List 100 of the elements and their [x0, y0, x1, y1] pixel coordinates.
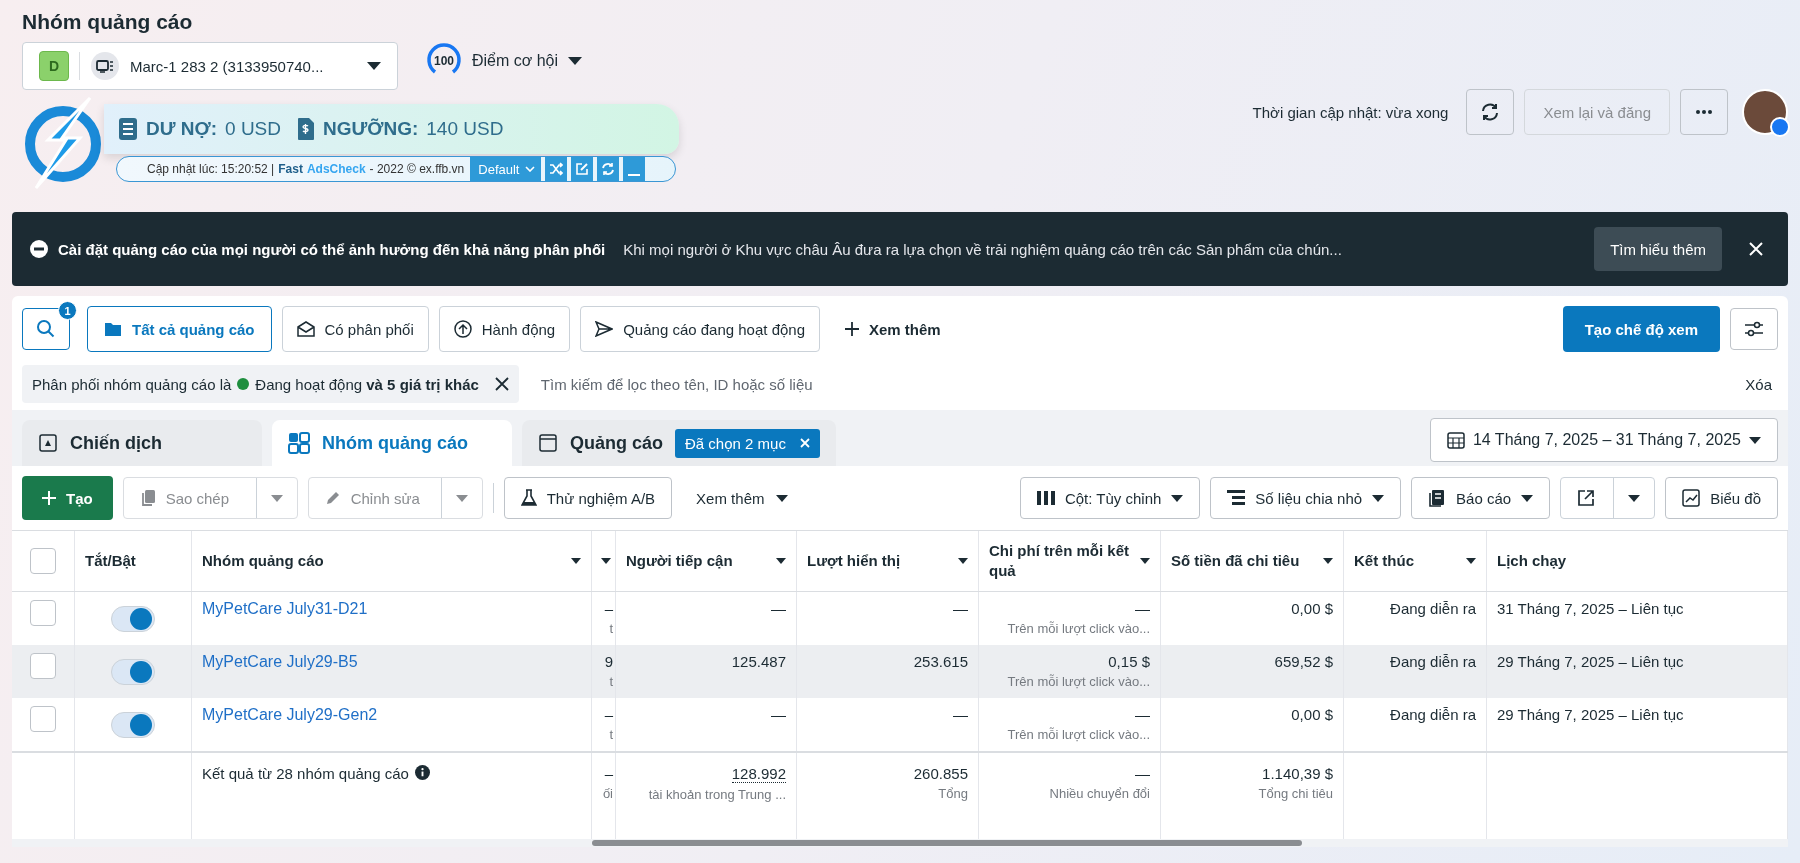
- settings-button[interactable]: [1730, 308, 1778, 350]
- flask-icon: [520, 489, 537, 507]
- scrollbar-thumb[interactable]: [592, 840, 1302, 846]
- facebook-badge-icon: [1770, 117, 1790, 137]
- filter-button[interactable]: Hành động: [438, 306, 571, 352]
- folder-icon: [104, 321, 122, 337]
- toggle-switch[interactable]: [111, 712, 155, 738]
- search-field[interactable]: Tìm kiếm để lọc theo tên, ID hoặc số liệu: [538, 365, 1726, 403]
- caret-icon[interactable]: [1140, 558, 1150, 564]
- breakdown-icon: [1227, 490, 1246, 506]
- refresh-icon: [1480, 102, 1501, 122]
- external-link-icon: [1577, 489, 1596, 507]
- filter-chip[interactable]: Phân phối nhóm quảng cáo là Đang hoạt động và 5 giá trị khác: [22, 365, 519, 403]
- edit-button[interactable]: [571, 157, 594, 181]
- minimize-button[interactable]: [623, 157, 646, 181]
- table-cell: Đang diễn ra: [1390, 600, 1476, 617]
- tab[interactable]: Nhóm quảng cáo: [272, 420, 512, 466]
- caret-icon[interactable]: [571, 558, 581, 564]
- table-row[interactable]: MyPetCare July29-Gen2 – t — — — Trên mỗi lượt click vào... 0,00 $ Đang diễn ra 29 Tháng 7, 2025 – Liên tục: [12, 698, 1788, 751]
- column-header[interactable]: Nhóm quảng cáo: [192, 531, 592, 591]
- export-split-button[interactable]: [1560, 477, 1656, 519]
- table-cell: t: [609, 727, 613, 742]
- caret-icon[interactable]: [601, 558, 611, 564]
- table-cell: 0,00 $: [1291, 600, 1333, 617]
- campaign-icon: [38, 433, 58, 453]
- table-row[interactable]: MyPetCare July29-B5 9 t 125.487 253.615 0,15 $ Trên mỗi lượt click vào... 659,52 $ Đang diễn ra 29 Tháng 7, 2025 – Liên tục: [12, 645, 1788, 698]
- create-view-button[interactable]: Tạo chế độ xem: [1562, 306, 1720, 352]
- learn-more-button[interactable]: Tìm hiểu thêm: [1594, 227, 1722, 271]
- table-cell: Nhiều chuyển đổi: [1049, 786, 1150, 801]
- table-cell: Trên mỗi lượt click vào...: [1007, 674, 1150, 689]
- grid-icon: [288, 432, 310, 454]
- column-header[interactable]: Kết thúc: [1344, 531, 1487, 591]
- caret-icon: [367, 62, 381, 70]
- columns-dropdown[interactable]: Cột: Tùy chỉnh: [1019, 477, 1201, 519]
- filter-button[interactable]: Quảng cáo đang hoạt động: [580, 306, 820, 352]
- close-icon[interactable]: [494, 377, 509, 391]
- plus-icon: [845, 322, 859, 336]
- ad-set-link[interactable]: MyPetCare July29-B5: [202, 653, 581, 671]
- refresh-button[interactable]: [1466, 89, 1515, 135]
- date-range-picker[interactable]: 14 Tháng 7, 2025 – 31 Tháng 7, 2025: [1429, 418, 1778, 462]
- toggle-switch[interactable]: [111, 606, 155, 632]
- caret-icon: [270, 494, 283, 502]
- ab-test-button[interactable]: Thử nghiệm A/B: [503, 477, 673, 519]
- line-chart-icon: [1682, 489, 1701, 507]
- toggle-switch[interactable]: [111, 659, 155, 685]
- table-cell: —: [953, 600, 968, 617]
- search-button[interactable]: [22, 308, 70, 350]
- table-cell: Đang diễn ra: [1390, 706, 1476, 723]
- invoice-icon: [297, 117, 315, 141]
- caret-icon[interactable]: [776, 558, 786, 564]
- update-status: Thời gian cập nhật: vừa xong: [1252, 103, 1449, 121]
- column-header[interactable]: Số tiền đã chi tiêu: [1161, 531, 1344, 591]
- table-cell: t: [609, 674, 613, 689]
- caret-icon[interactable]: [1466, 558, 1476, 564]
- tab[interactable]: Chiến dịch: [22, 420, 262, 466]
- brand-name: AdsCheck: [306, 162, 366, 176]
- avatar[interactable]: [1742, 89, 1788, 135]
- caret-icon: [455, 494, 468, 502]
- more-dropdown[interactable]: Xem thêm: [682, 489, 803, 507]
- ad-set-link[interactable]: MyPetCare July29-Gen2: [202, 706, 581, 724]
- row-checkbox[interactable]: [30, 706, 56, 732]
- column-header[interactable]: Chi phí trên mỗi kết quả: [979, 531, 1161, 591]
- ad-set-link[interactable]: MyPetCare July31-D21: [202, 600, 581, 618]
- table-cell: –: [604, 706, 613, 723]
- opportunity-score[interactable]: 100 Điểm cơ hội: [426, 43, 583, 79]
- create-button[interactable]: Tạo: [22, 476, 113, 520]
- column-header[interactable]: Người tiếp cận: [616, 531, 797, 591]
- document-icon: [118, 117, 138, 141]
- copy-icon: [139, 489, 156, 507]
- table-cell: tài khoản trong Trung ...: [648, 787, 786, 802]
- limit-label: NGƯỠNG:: [323, 118, 419, 140]
- column-header[interactable]: Lượt hiển thị: [797, 531, 979, 591]
- row-checkbox[interactable]: [30, 653, 56, 679]
- shuffle-button[interactable]: [545, 157, 568, 181]
- row-checkbox[interactable]: [30, 600, 56, 626]
- search-icon: [36, 319, 56, 339]
- shuffle-icon: [549, 162, 564, 176]
- monitor-icon: [90, 51, 120, 81]
- table-cell: 128.992: [731, 765, 786, 783]
- select-all-checkbox[interactable]: [30, 548, 56, 574]
- caret-icon: [1372, 494, 1385, 502]
- filter-button[interactable]: Có phân phối: [281, 306, 429, 352]
- page-title: Nhóm quảng cáo: [22, 10, 194, 34]
- table-cell: 9: [604, 653, 613, 670]
- filter-button[interactable]: Tất cả quảng cáo: [87, 306, 272, 352]
- chart-button[interactable]: Biểu đồ: [1665, 477, 1778, 519]
- table-cell: 1.140,39 $: [1262, 765, 1333, 782]
- column-header[interactable]: Lịch chạy: [1487, 531, 1788, 591]
- caret-icon[interactable]: [958, 558, 968, 564]
- caret-icon[interactable]: [1323, 558, 1333, 564]
- column-header[interactable]: Tắt/Bật: [75, 531, 192, 591]
- tab[interactable]: Quảng cáo Đã chọn 2 mục: [522, 420, 836, 466]
- table-cell: 260.855: [913, 765, 968, 782]
- info-icon[interactable]: [414, 765, 430, 780]
- breakdown-dropdown[interactable]: Số liệu chia nhỏ: [1210, 477, 1402, 519]
- table-cell: 0,00 $: [1291, 706, 1333, 723]
- clear-link[interactable]: Xóa: [1745, 375, 1772, 393]
- reports-dropdown[interactable]: Báo cáo: [1411, 477, 1551, 519]
- count-badge: 1: [58, 301, 77, 320]
- account-selector[interactable]: D Marc-1 283 2 (3133950740...: [22, 42, 398, 90]
